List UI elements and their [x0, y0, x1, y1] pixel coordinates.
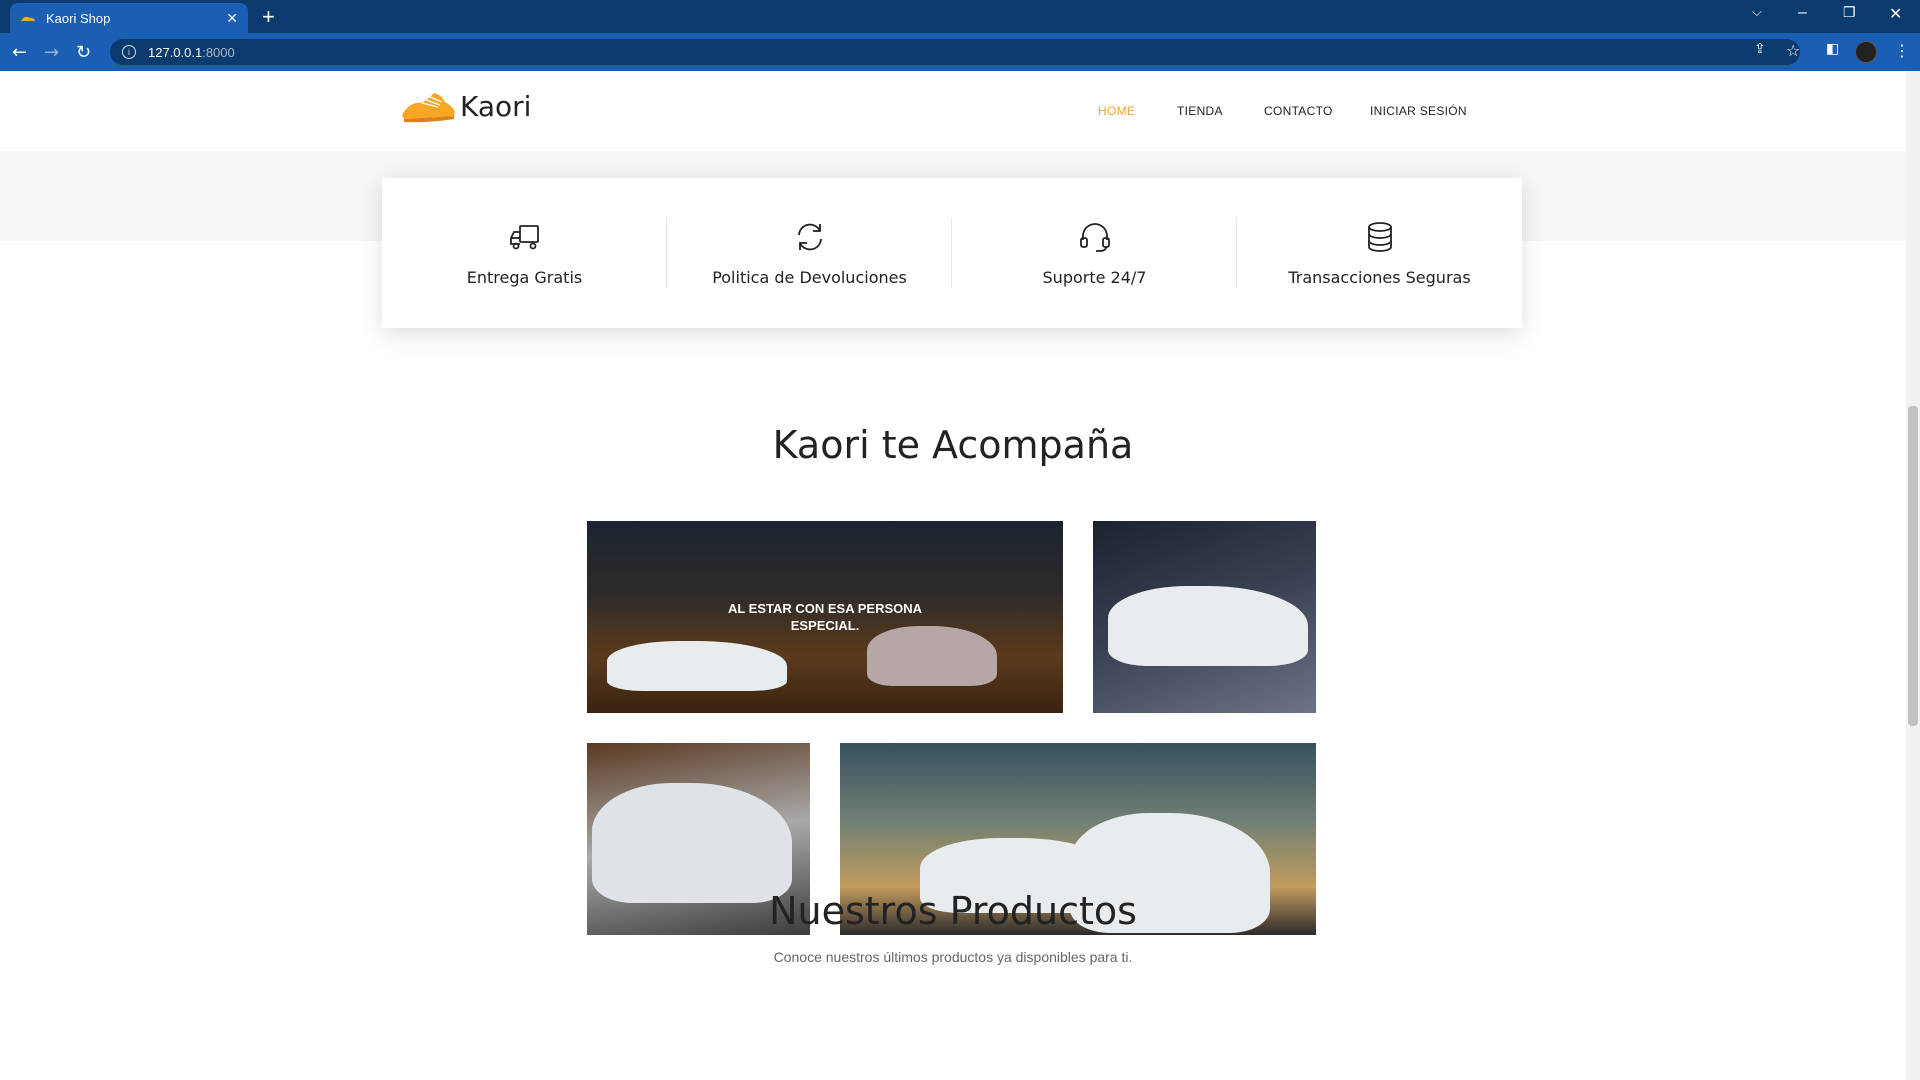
products-title: Nuestros Productos — [769, 889, 1137, 933]
page-scrollbar[interactable] — [1906, 71, 1920, 1080]
side-panel-icon[interactable]: ◧ — [1826, 41, 1839, 57]
feature-item: Suporte 24/7 — [952, 178, 1237, 328]
shoe-shape — [592, 783, 792, 903]
page-viewport: Kaori HOME TIENDA CONTACTO INICIAR SESIÓ… — [0, 71, 1920, 1080]
products-subtitle: Conoce nuestros últimos productos ya dis… — [773, 949, 1133, 965]
address-bar[interactable]: i 127.0.0.1:8000 — [110, 39, 1800, 65]
shoe-shape — [1108, 586, 1308, 666]
feature-label: Entrega Gratis — [466, 267, 583, 287]
feature-label: Politica de Devoluciones — [712, 267, 907, 287]
scrollbar-thumb[interactable] — [1908, 406, 1918, 726]
browser-tabstrip: Kaori Shop ✕ + ⌵ – ❐ ✕ — [0, 0, 1920, 33]
shoe-logo-icon — [402, 93, 455, 123]
feature-label: Suporte 24/7 — [1042, 267, 1147, 287]
gallery-overlay-text: AL ESTAR CON ESA PERSONA ESPECIAL. — [727, 601, 923, 633]
features-panel: Entrega Gratis Politica de Devoluciones … — [382, 178, 1522, 328]
feature-item: Politica de Devoluciones — [667, 178, 952, 328]
site-info-icon[interactable]: i — [122, 45, 136, 59]
brand-name: Kaori — [460, 89, 532, 123]
headset-icon — [1079, 222, 1110, 252]
database-icon — [1367, 221, 1392, 252]
close-window-button[interactable]: ✕ — [1889, 4, 1902, 24]
brand-logo[interactable]: Kaori — [400, 89, 531, 123]
back-arrow-icon[interactable]: ← — [12, 42, 27, 63]
feature-label: Transacciones Seguras — [1288, 267, 1471, 287]
tab-search-icon[interactable]: ⌵ — [1752, 4, 1762, 20]
forward-arrow-icon[interactable]: → — [44, 42, 59, 63]
tab-title: Kaori Shop — [46, 10, 111, 26]
profile-avatar[interactable] — [1855, 41, 1877, 63]
reload-icon[interactable]: ↻ — [76, 42, 91, 63]
nav-contacto[interactable]: CONTACTO — [1264, 104, 1333, 118]
site-header: Kaori HOME TIENDA CONTACTO INICIAR SESIÓ… — [0, 71, 1906, 151]
feature-item: Entrega Gratis — [382, 178, 667, 328]
browser-toolbar: ← → ↻ i 127.0.0.1:8000 ⇪ ☆ ◧ ⋮ — [0, 33, 1920, 71]
browser-tab[interactable]: Kaori Shop ✕ — [10, 3, 248, 33]
nav-iniciar-sesion[interactable]: INICIAR SESIÓN — [1370, 104, 1467, 118]
url-port: :8000 — [202, 44, 235, 60]
feature-item: Transacciones Seguras — [1237, 178, 1522, 328]
gallery-photo-couple[interactable]: AL ESTAR CON ESA PERSONA ESPECIAL. — [587, 521, 1063, 713]
tab-close-icon[interactable]: ✕ — [226, 10, 238, 27]
refresh-icon — [797, 223, 822, 250]
nav-tienda[interactable]: TIENDA — [1177, 104, 1223, 118]
nav-home[interactable]: HOME — [1098, 104, 1135, 118]
menu-kebab-icon[interactable]: ⋮ — [1894, 41, 1910, 60]
gallery-photo-splash[interactable] — [1093, 521, 1316, 713]
shoe-favicon-icon — [21, 16, 35, 21]
bookmark-star-icon[interactable]: ☆ — [1786, 41, 1800, 60]
new-tab-button[interactable]: + — [262, 4, 275, 30]
restore-button[interactable]: ❐ — [1843, 4, 1856, 21]
minimize-button[interactable]: – — [1798, 4, 1807, 22]
gallery-title: Kaori te Acompaña — [772, 423, 1134, 467]
share-icon[interactable]: ⇪ — [1754, 41, 1766, 57]
url-host: 127.0.0.1 — [148, 44, 203, 60]
truck-icon — [509, 224, 539, 249]
